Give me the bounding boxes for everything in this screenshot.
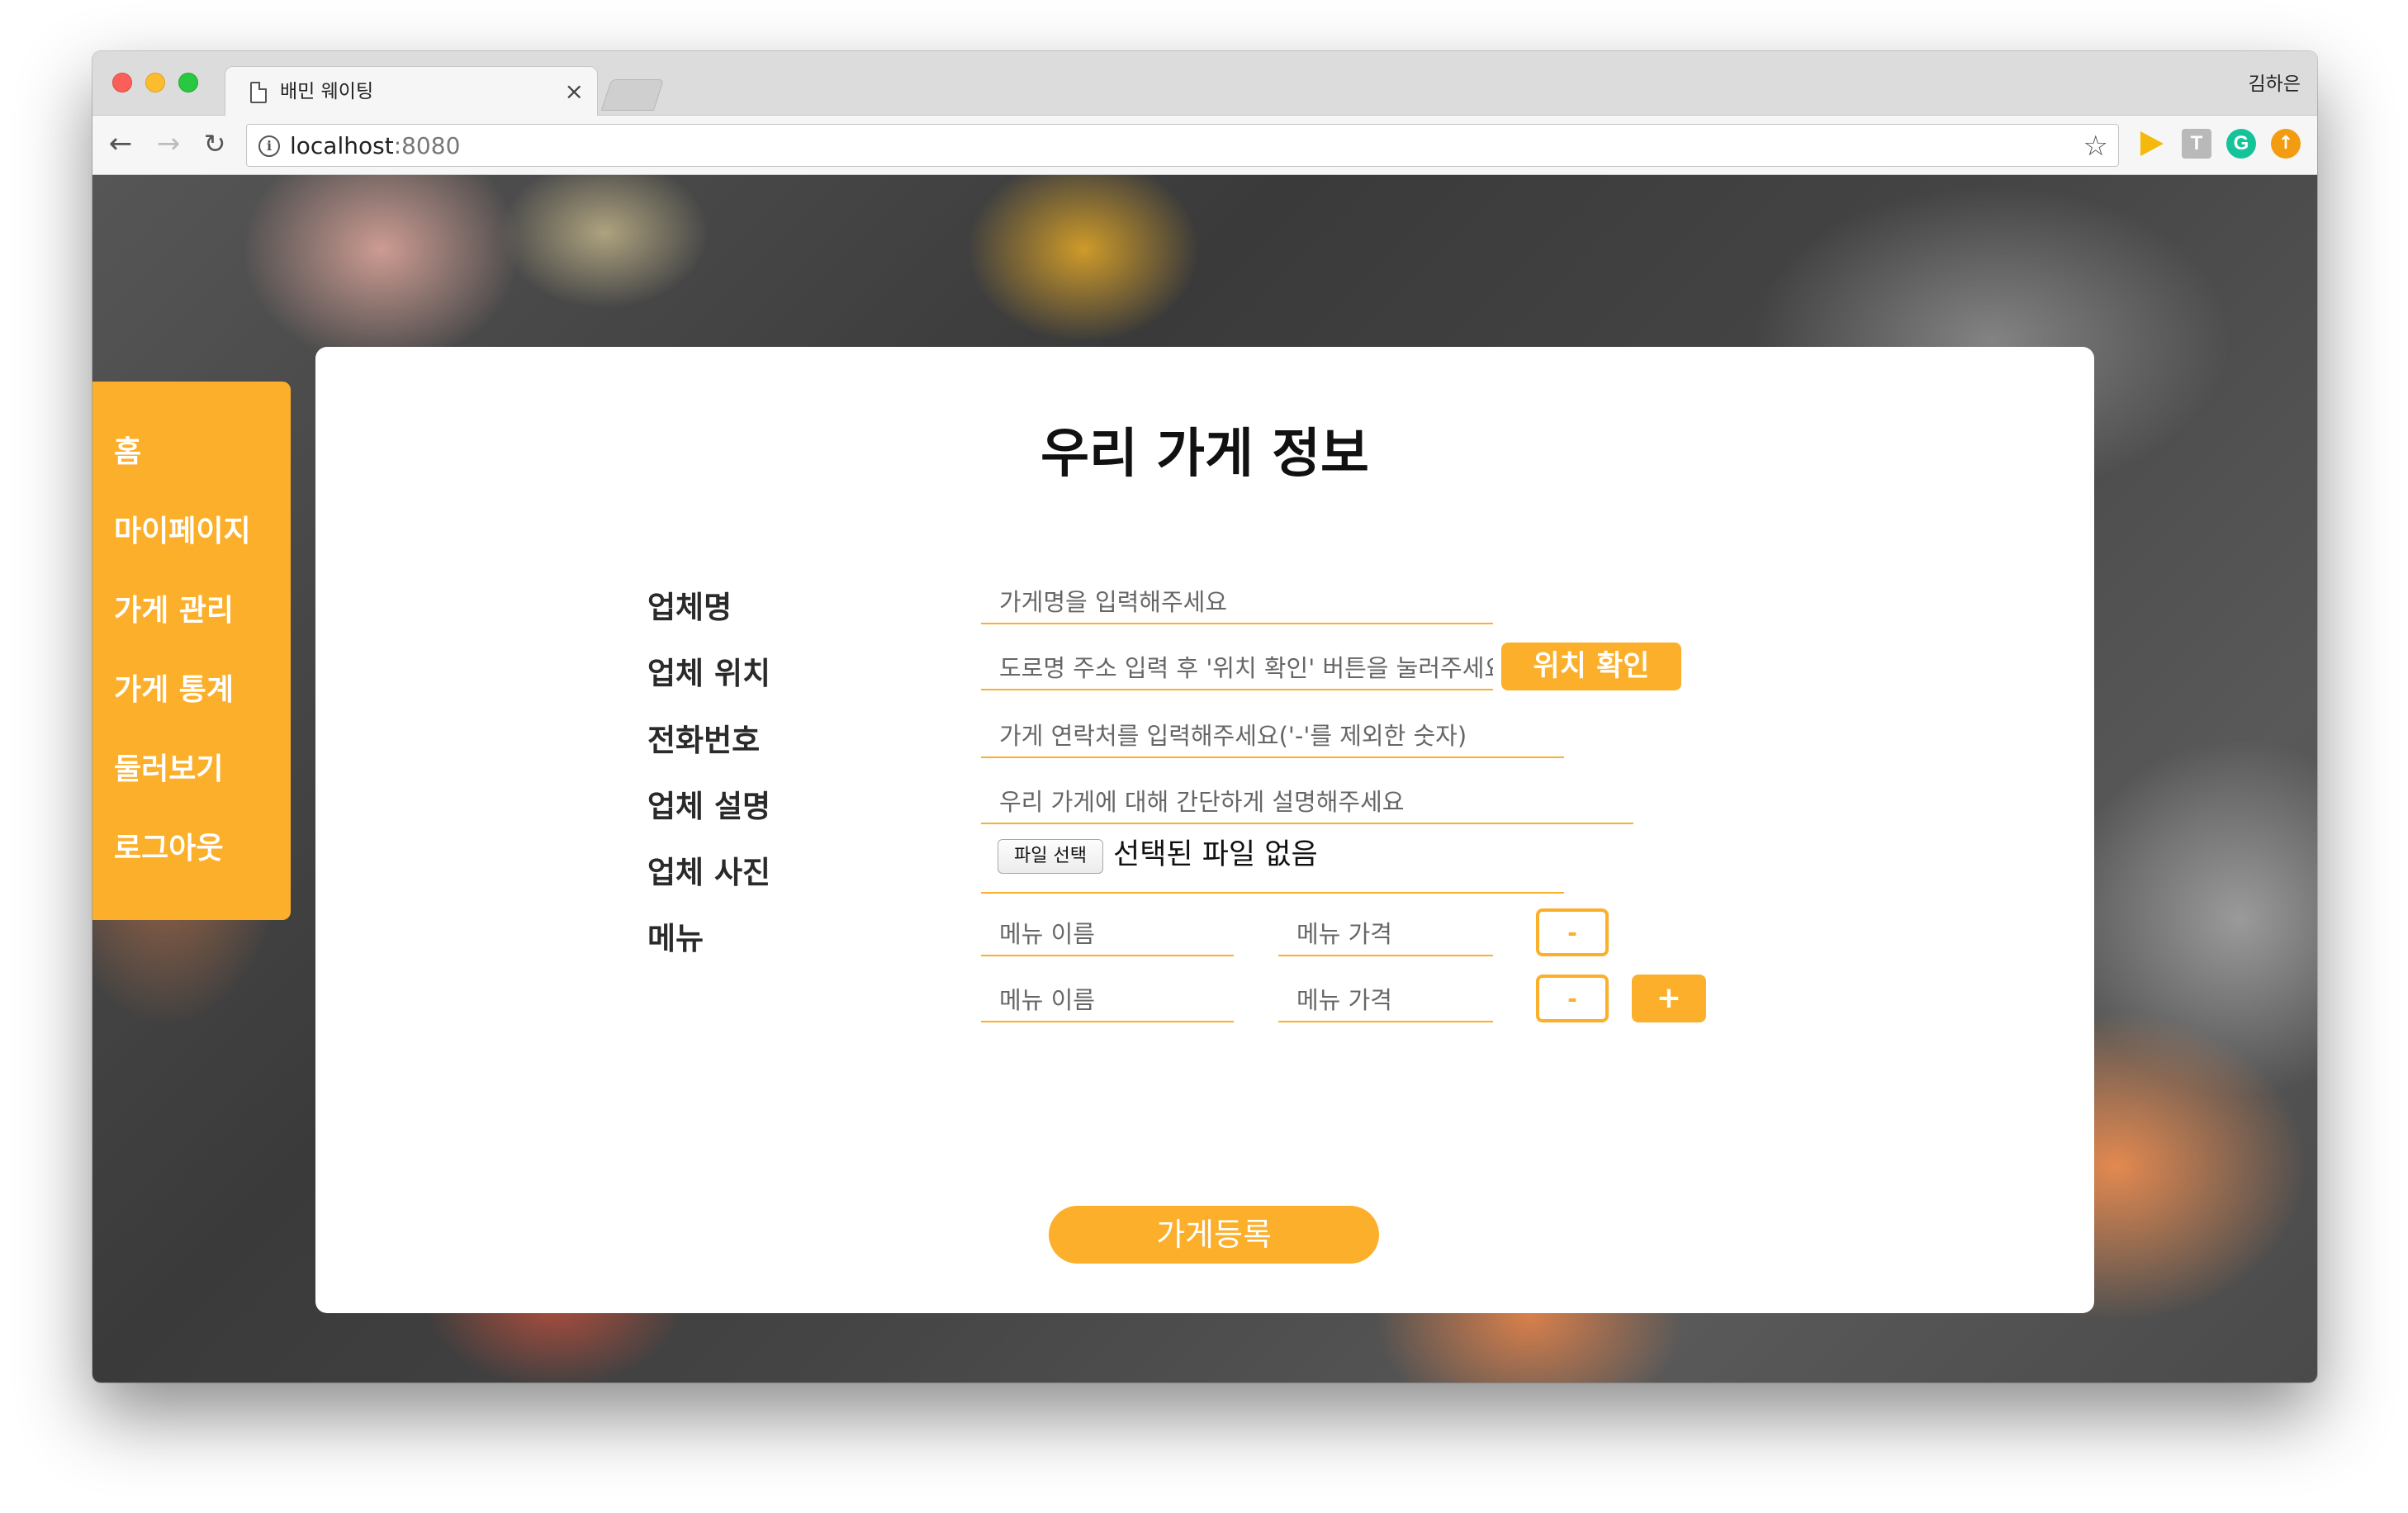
sidebar-item-store-management[interactable]: 가게 관리 [92,591,291,671]
minimize-window-button[interactable] [145,73,165,92]
browser-tab[interactable]: 배민 웨이팅 × [225,66,598,116]
menu-price-input[interactable] [1278,913,1493,956]
url-host: localhost [290,132,394,159]
grammarly-extension-icon[interactable]: G [2226,129,2256,159]
new-tab-button[interactable] [600,79,665,111]
sidebar: 홈 마이페이지 가게 관리 가게 통계 둘러보기 로그아웃 [92,382,291,920]
close-window-button[interactable] [112,73,132,92]
file-field-underline [981,892,1564,894]
file-status-text: 선택된 파일 없음 [1113,838,1318,871]
store-photo-label: 업체 사진 [647,855,771,890]
store-location-input[interactable] [981,647,1493,690]
store-name-label: 업체명 [647,590,732,625]
tab-close-icon[interactable]: × [565,78,584,105]
store-description-label: 업체 설명 [647,789,771,824]
remove-menu-button[interactable]: - [1536,908,1609,956]
upload-extension-icon[interactable]: ↑ [2271,129,2301,159]
profile-name[interactable]: 김하은 [2249,68,2301,96]
store-name-input[interactable] [981,581,1493,624]
tab-title: 배민 웨이팅 [280,81,374,102]
address-bar[interactable]: i localhost:8080 ☆ [246,124,2119,167]
back-arrow-icon[interactable]: ← [104,127,137,160]
reload-icon[interactable]: ↻ [198,127,231,160]
play-extension-icon[interactable] [2135,129,2165,159]
menu-name-input[interactable] [981,913,1234,956]
info-icon[interactable]: i [258,135,280,157]
sidebar-item-home[interactable]: 홈 [92,433,291,512]
page-title: 우리 가게 정보 [1040,424,1369,485]
add-menu-button[interactable]: + [1632,975,1706,1022]
location-check-button[interactable]: 위치 확인 [1501,643,1681,690]
sidebar-item-store-statistics[interactable]: 가게 통계 [92,671,291,750]
menu-name-input[interactable] [981,979,1234,1022]
url-text: localhost:8080 [290,132,460,160]
store-info-card: 우리 가게 정보 업체명 업체 위치 전화번호 업체 설명 업체 사진 메뉴 위… [315,347,2094,1313]
store-location-label: 업체 위치 [647,656,771,691]
file-choose-button[interactable]: 파일 선택 [998,839,1103,874]
t-extension-icon[interactable]: T [2182,129,2211,159]
phone-input[interactable] [981,715,1564,758]
remove-menu-button[interactable]: - [1536,975,1609,1022]
sidebar-item-mypage[interactable]: 마이페이지 [92,512,291,591]
url-port: :8080 [393,132,461,159]
store-description-input[interactable] [981,781,1633,824]
menu-label: 메뉴 [647,921,704,956]
page-viewport: 홈 마이페이지 가게 관리 가게 통계 둘러보기 로그아웃 우리 가게 정보 업… [92,175,2317,1383]
sidebar-item-logout[interactable]: 로그아웃 [92,829,291,908]
browser-toolbar: ← → ↻ i localhost:8080 ☆ T G ↑ [92,116,2317,175]
menu-price-input[interactable] [1278,979,1493,1022]
browser-window: 배민 웨이팅 × 김하은 ← → ↻ i localhost:8080 ☆ T … [92,51,2317,1383]
register-store-button[interactable]: 가게등록 [1049,1206,1379,1264]
bookmark-star-icon[interactable]: ☆ [2083,128,2108,164]
sidebar-item-browse[interactable]: 둘러보기 [92,750,291,829]
phone-label: 전화번호 [647,723,761,758]
tab-bar: 배민 웨이팅 × 김하은 [92,51,2317,116]
zoom-window-button[interactable] [178,73,198,92]
forward-arrow-icon[interactable]: → [152,127,185,160]
document-icon [250,82,267,103]
